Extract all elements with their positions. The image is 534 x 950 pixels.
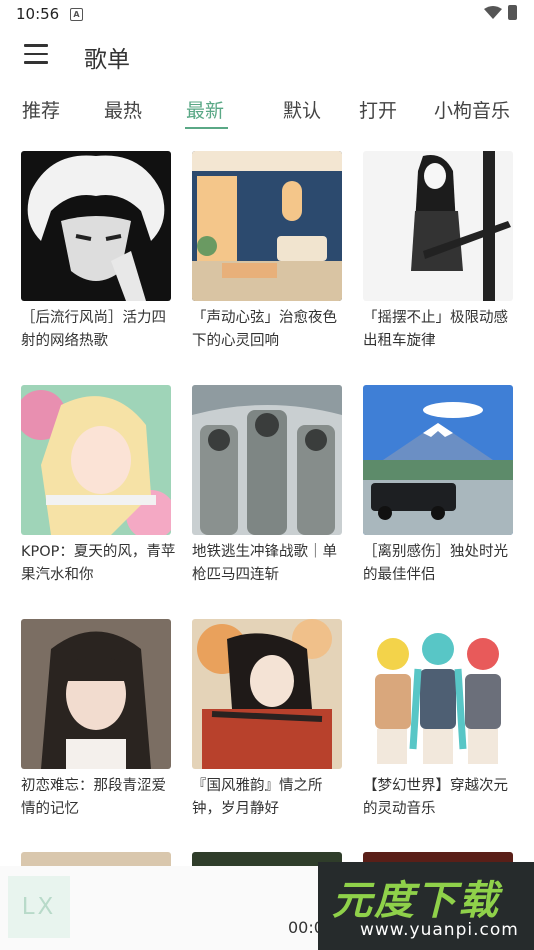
- playlist-title: ［离别感伤］独处时光的最佳伴侣: [363, 544, 508, 583]
- page-title: 歌单: [84, 47, 130, 73]
- notification-icon: A: [70, 8, 83, 21]
- playlist-cover: [192, 385, 342, 535]
- playlist-cover: [21, 619, 171, 769]
- playlist-title: 【梦幻世界】穿越次元的灵动音乐: [363, 778, 508, 817]
- playlist-cover: [21, 385, 171, 535]
- status-bar: 10:56 A: [0, 0, 534, 30]
- tab-source-select[interactable]: 小枸音乐: [434, 96, 510, 123]
- sort-tabs: 推荐 最热 最新 默认 打开 小枸音乐: [0, 92, 534, 132]
- playlist-cover: [21, 151, 171, 301]
- playlist-cover: [363, 151, 513, 301]
- battery-icon: [508, 5, 517, 20]
- menu-button[interactable]: [24, 44, 48, 64]
- playlist-title: 「声动心弦」治愈夜色下的心灵回响: [192, 310, 337, 349]
- app-bar: 歌单: [0, 30, 534, 82]
- watermark-brand: 元度下载: [332, 878, 500, 924]
- watermark-url: www.yuanpi.com: [360, 920, 519, 940]
- wifi-icon: [484, 6, 502, 19]
- playlist-title: 『国风雅韵』情之所钟，岁月静好: [192, 778, 323, 817]
- tab-recommended[interactable]: 推荐: [22, 96, 60, 123]
- tab-hottest[interactable]: 最热: [104, 96, 142, 123]
- tab-newest[interactable]: 最新: [186, 96, 224, 123]
- site-watermark: 元度下载 www.yuanpi.com: [318, 862, 534, 950]
- playlist-cover: [363, 619, 513, 769]
- playlist-title: 初恋难忘：那段青涩爱情的记忆: [21, 778, 166, 817]
- playlist-title: 「摇摆不止」极限动感出租车旋律: [363, 310, 508, 349]
- playlist-cover: [363, 385, 513, 535]
- playlist-title: 地铁逃生冲锋战歌｜单枪匹马四连斩: [192, 544, 337, 583]
- playlist-cover: [192, 619, 342, 769]
- tab-open[interactable]: 打开: [359, 96, 397, 123]
- playlist-title: KPOP：夏天的风，青苹果汽水和你: [21, 544, 176, 583]
- status-time: 10:56: [16, 5, 60, 23]
- active-tab-indicator: [185, 127, 228, 129]
- player-logo: LX: [8, 876, 70, 938]
- playlist-cover: [192, 151, 342, 301]
- playlist-title: ［后流行风尚］活力四射的网络热歌: [21, 310, 166, 349]
- tab-default[interactable]: 默认: [283, 96, 321, 123]
